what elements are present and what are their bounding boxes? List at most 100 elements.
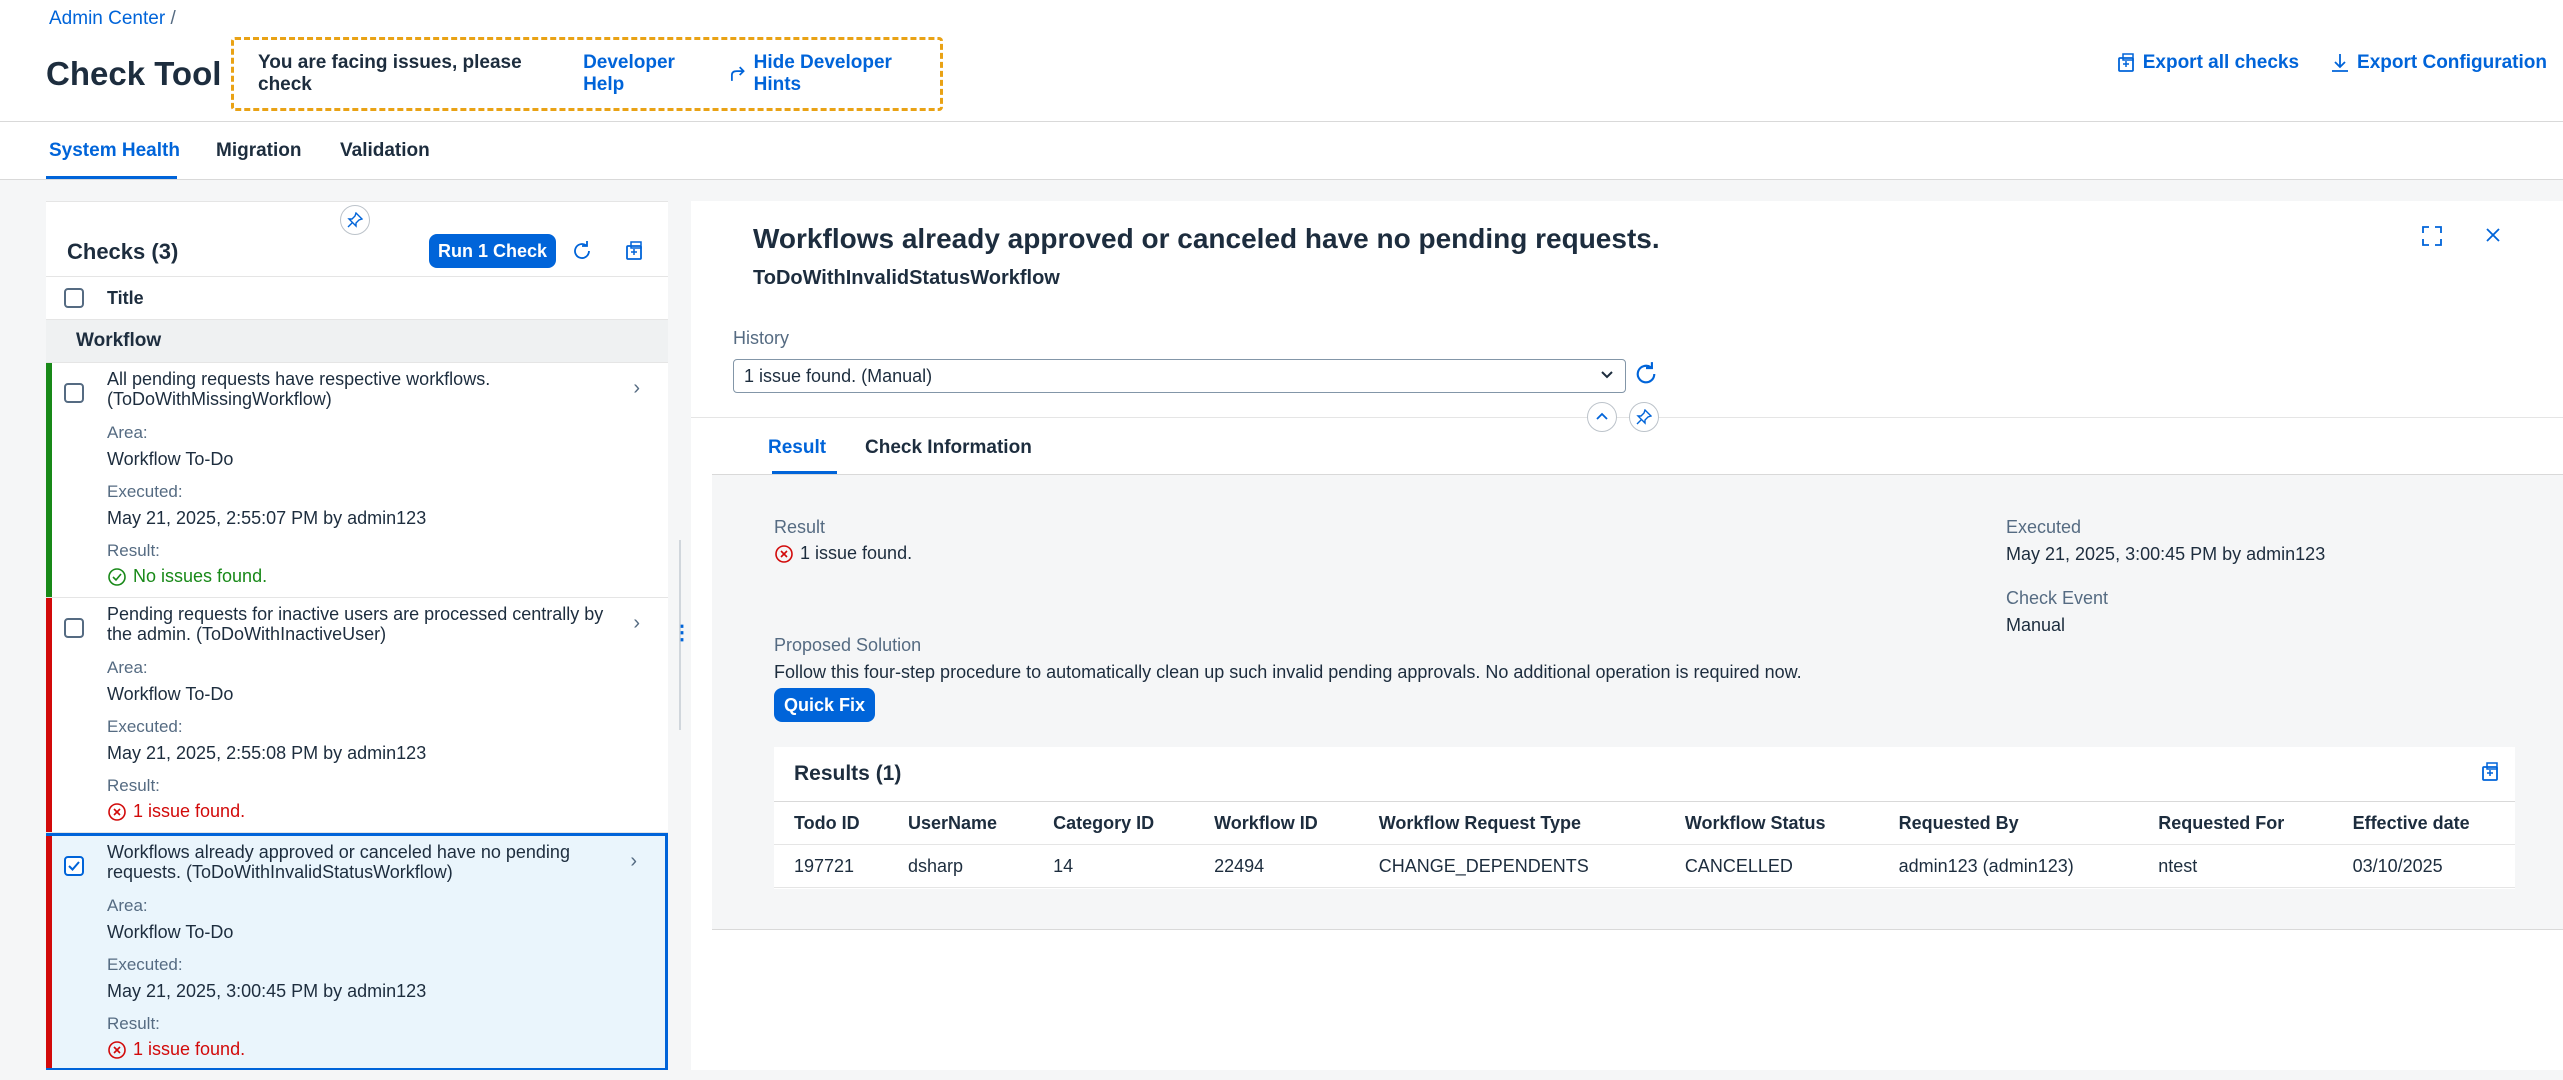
- result-value: 1 issue found.: [107, 801, 245, 822]
- history-select[interactable]: 1 issue found. (Manual): [733, 359, 1626, 393]
- active-tab-indicator: [46, 176, 177, 179]
- pin-icon: [1636, 409, 1652, 425]
- column-header[interactable]: Effective date: [2332, 801, 2515, 845]
- select-all-checkbox[interactable]: [64, 288, 84, 308]
- resize-grip-icon[interactable]: ⋮: [672, 620, 692, 645]
- breadcrumb: Admin Center /: [49, 8, 176, 30]
- fullscreen-icon[interactable]: [2421, 225, 2443, 252]
- area-label: Area:: [107, 658, 148, 677]
- active-subtab-indicator: [772, 471, 837, 474]
- checkmark-icon: [68, 861, 80, 871]
- column-header[interactable]: UserName: [887, 801, 1034, 845]
- status-indicator: [46, 598, 52, 832]
- check-item[interactable]: All pending requests have respective wor…: [46, 363, 668, 598]
- developer-help-link[interactable]: Developer Help: [583, 52, 718, 96]
- collapse-header-button[interactable]: [1587, 402, 1617, 432]
- export-checks-button[interactable]: [617, 234, 651, 268]
- check-event-value: Manual: [2006, 615, 2066, 635]
- column-header[interactable]: Requested By: [1878, 801, 2139, 845]
- detail-panel: Workflows already approved or canceled h…: [691, 201, 2563, 1070]
- table-cell: 03/10/2025: [2332, 844, 2515, 888]
- tab-check-information[interactable]: Check Information: [865, 437, 1032, 459]
- tab-result[interactable]: Result: [768, 437, 826, 459]
- column-header[interactable]: Category ID: [1033, 801, 1195, 845]
- refresh-icon: [574, 241, 590, 259]
- area-label: Area:: [107, 896, 148, 915]
- group-header-workflow: Workflow: [46, 320, 668, 363]
- refresh-checks-button[interactable]: [565, 234, 599, 268]
- column-header[interactable]: Workflow ID: [1194, 801, 1359, 845]
- check-item-checkbox[interactable]: [64, 383, 84, 403]
- column-header[interactable]: Workflow Request Type: [1358, 801, 1665, 845]
- result-label: Result:: [107, 541, 160, 560]
- table-cell: ntest: [2138, 844, 2333, 888]
- results-card: Results (1) Todo ID UserName Category ID…: [774, 747, 2515, 889]
- hide-developer-hints-link[interactable]: Hide Developer Hints: [728, 52, 940, 96]
- tab-migration[interactable]: Migration: [216, 140, 302, 162]
- table-cell: admin123 (admin123): [1878, 844, 2139, 888]
- error-icon: [775, 544, 793, 563]
- pin-button[interactable]: [340, 205, 370, 235]
- check-item-title: Workflows already approved or canceled h…: [107, 842, 570, 882]
- executed-label: Executed:: [107, 955, 183, 974]
- export-results-icon[interactable]: [2479, 761, 2501, 788]
- table-cell: dsharp: [887, 844, 1034, 888]
- chevron-up-icon: [1596, 412, 1608, 420]
- tab-validation[interactable]: Validation: [340, 140, 430, 162]
- column-title: Title: [107, 287, 144, 308]
- proposed-solution-text: Follow this four-step procedure to autom…: [774, 662, 1802, 682]
- table-cell: CHANGE_DEPENDENTS: [1358, 844, 1665, 888]
- page-header: Admin Center / Check Tool You are facing…: [0, 0, 2563, 122]
- executed-value: May 21, 2025, 3:00:45 PM by admin123: [107, 981, 427, 1001]
- executed-value: May 21, 2025, 2:55:08 PM by admin123: [107, 743, 427, 763]
- check-item-title: Pending requests for inactive users are …: [107, 604, 604, 644]
- executed-label: Executed: [2006, 517, 2082, 537]
- result-text: 1 issue found.: [800, 543, 913, 563]
- pin-header-button[interactable]: [1629, 402, 1659, 432]
- export-configuration-button[interactable]: Export Configuration: [2329, 52, 2547, 74]
- executed-value: May 21, 2025, 3:00:45 PM by admin123: [2006, 544, 2326, 564]
- error-icon: [108, 1040, 126, 1059]
- export-configuration-label: Export Configuration: [2357, 52, 2547, 73]
- tab-system-health[interactable]: System Health: [49, 140, 180, 162]
- hint-text: You are facing issues, please check: [258, 52, 522, 95]
- refresh-history-icon[interactable]: [1633, 361, 1659, 392]
- close-icon[interactable]: [2483, 225, 2503, 252]
- run-check-button[interactable]: Run 1 Check: [429, 234, 557, 268]
- area-label: Area:: [107, 423, 148, 442]
- check-item-selected[interactable]: Workflows already approved or canceled h…: [46, 833, 668, 1070]
- export-icon: [2117, 53, 2134, 72]
- column-header[interactable]: Requested For: [2138, 801, 2333, 845]
- chevron-right-icon[interactable]: ›: [633, 612, 640, 635]
- column-header[interactable]: Workflow Status: [1664, 801, 1879, 845]
- result-value: No issues found.: [107, 566, 267, 587]
- history-select-value: 1 issue found. (Manual): [744, 365, 933, 386]
- checks-title: Checks (3): [67, 239, 179, 264]
- check-item-checkbox[interactable]: [64, 856, 84, 876]
- breadcrumb-admin-center[interactable]: Admin Center: [49, 8, 165, 29]
- result-text: 1 issue found.: [133, 801, 246, 821]
- detail-title: Workflows already approved or canceled h…: [753, 223, 1660, 254]
- table-header-row: Todo ID UserName Category ID Workflow ID…: [774, 801, 2515, 845]
- page-title: Check Tool: [46, 55, 222, 92]
- check-item-checkbox[interactable]: [64, 618, 84, 638]
- column-header[interactable]: Todo ID: [774, 801, 888, 845]
- share-arrow-icon: [731, 66, 745, 81]
- status-indicator: [46, 363, 52, 597]
- chevron-right-icon[interactable]: ›: [633, 377, 640, 400]
- check-item[interactable]: Pending requests for inactive users are …: [46, 598, 668, 833]
- result-text: 1 issue found.: [133, 1039, 246, 1059]
- checks-panel: Checks (3) Run 1 Check Title Workflow Al…: [46, 201, 668, 1070]
- area-value: Workflow To-Do: [107, 449, 234, 469]
- pin-icon: [347, 212, 363, 228]
- results-table: Todo ID UserName Category ID Workflow ID…: [774, 801, 2515, 888]
- check-item-title: All pending requests have respective wor…: [107, 369, 491, 409]
- export-all-checks-button[interactable]: Export all checks: [2115, 52, 2299, 74]
- chevron-right-icon[interactable]: ›: [630, 850, 637, 873]
- checks-column-header: Title: [46, 276, 668, 320]
- main-tabbar: System Health Migration Validation: [0, 122, 2563, 180]
- developer-hint-box: You are facing issues, please check Deve…: [231, 37, 943, 111]
- table-row[interactable]: 197721 dsharp 14 22494 CHANGE_DEPENDENTS…: [774, 844, 2515, 888]
- quick-fix-button[interactable]: Quick Fix: [774, 688, 876, 722]
- breadcrumb-separator: /: [170, 8, 176, 29]
